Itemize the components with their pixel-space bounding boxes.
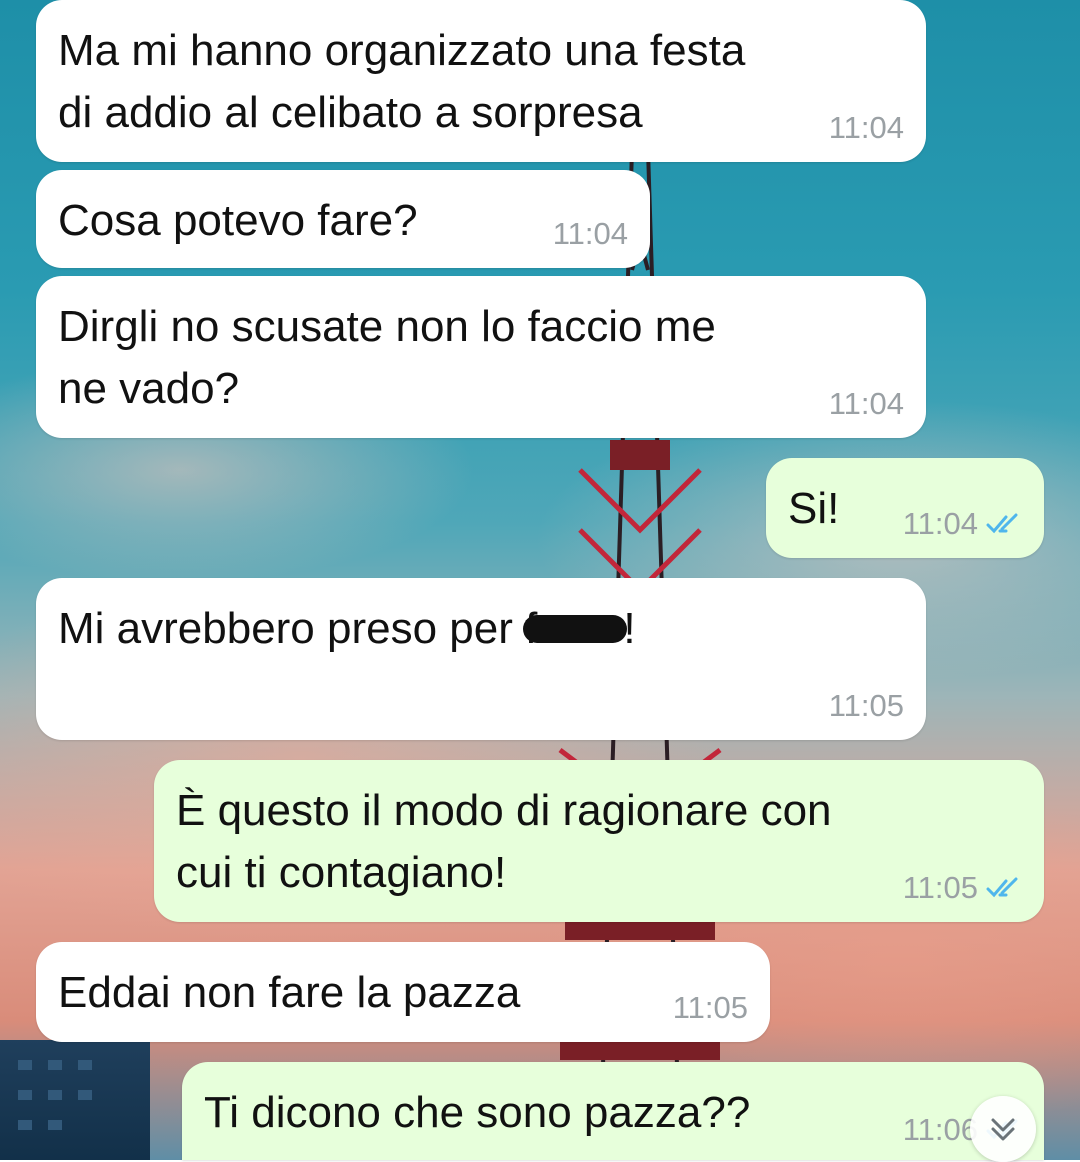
message-meta: 11:04: [903, 506, 1022, 542]
scroll-to-bottom-button[interactable]: [970, 1096, 1036, 1162]
building-wallpaper-illustration: [0, 1040, 150, 1160]
incoming-message-bubble[interactable]: Ma mi hanno organizzato una festa di add…: [36, 0, 926, 162]
message-time: 11:05: [828, 688, 904, 723]
outgoing-message-bubble[interactable]: Ti dicono che sono pazza?? 11:06: [182, 1062, 1044, 1160]
message-time: 11:06: [902, 1112, 978, 1147]
message-meta: 11:04: [829, 386, 904, 422]
message-text: Ma mi hanno organizzato una festa di add…: [58, 26, 746, 137]
incoming-message-bubble[interactable]: Mi avrebbero preso per f! 11:05: [36, 578, 926, 740]
message-text: Mi avrebbero preso per f!: [58, 598, 904, 660]
message-text: Eddai non fare la pazza: [58, 968, 521, 1017]
outgoing-message-bubble[interactable]: Si! 11:04: [766, 458, 1044, 558]
message-text: Ti dicono che sono pazza??: [204, 1088, 751, 1137]
incoming-message-bubble[interactable]: Eddai non fare la pazza 11:05: [36, 942, 770, 1042]
message-text-before-redaction: Mi avrebbero preso per f: [58, 604, 538, 653]
incoming-message-bubble[interactable]: Cosa potevo fare? 11:04: [36, 170, 650, 268]
message-time: 11:04: [902, 506, 978, 541]
chevron-double-down-icon: [991, 1118, 1015, 1141]
incoming-message-bubble[interactable]: Dirgli no scusate non lo faccio me ne va…: [36, 276, 926, 438]
message-meta: 11:05: [829, 688, 904, 724]
message-meta: 11:05: [903, 870, 1022, 906]
message-meta: 11:04: [829, 110, 904, 146]
double-check-icon: [986, 877, 1018, 898]
double-check-icon: [986, 513, 1018, 534]
message-time: 11:05: [902, 870, 978, 905]
message-time: 11:05: [672, 990, 748, 1025]
message-text: Dirgli no scusate non lo faccio me ne va…: [58, 302, 716, 413]
message-time: 11:04: [828, 110, 904, 145]
redaction-mark: [523, 615, 628, 644]
message-meta: 11:04: [553, 216, 628, 252]
message-time: 11:04: [552, 216, 628, 251]
message-time: 11:04: [828, 386, 904, 421]
message-text: Cosa potevo fare?: [58, 196, 418, 245]
outgoing-message-bubble[interactable]: È questo il modo di ragionare con cui ti…: [154, 760, 1044, 922]
message-text: È questo il modo di ragionare con cui ti…: [176, 786, 832, 897]
message-meta: 11:05: [673, 990, 748, 1026]
